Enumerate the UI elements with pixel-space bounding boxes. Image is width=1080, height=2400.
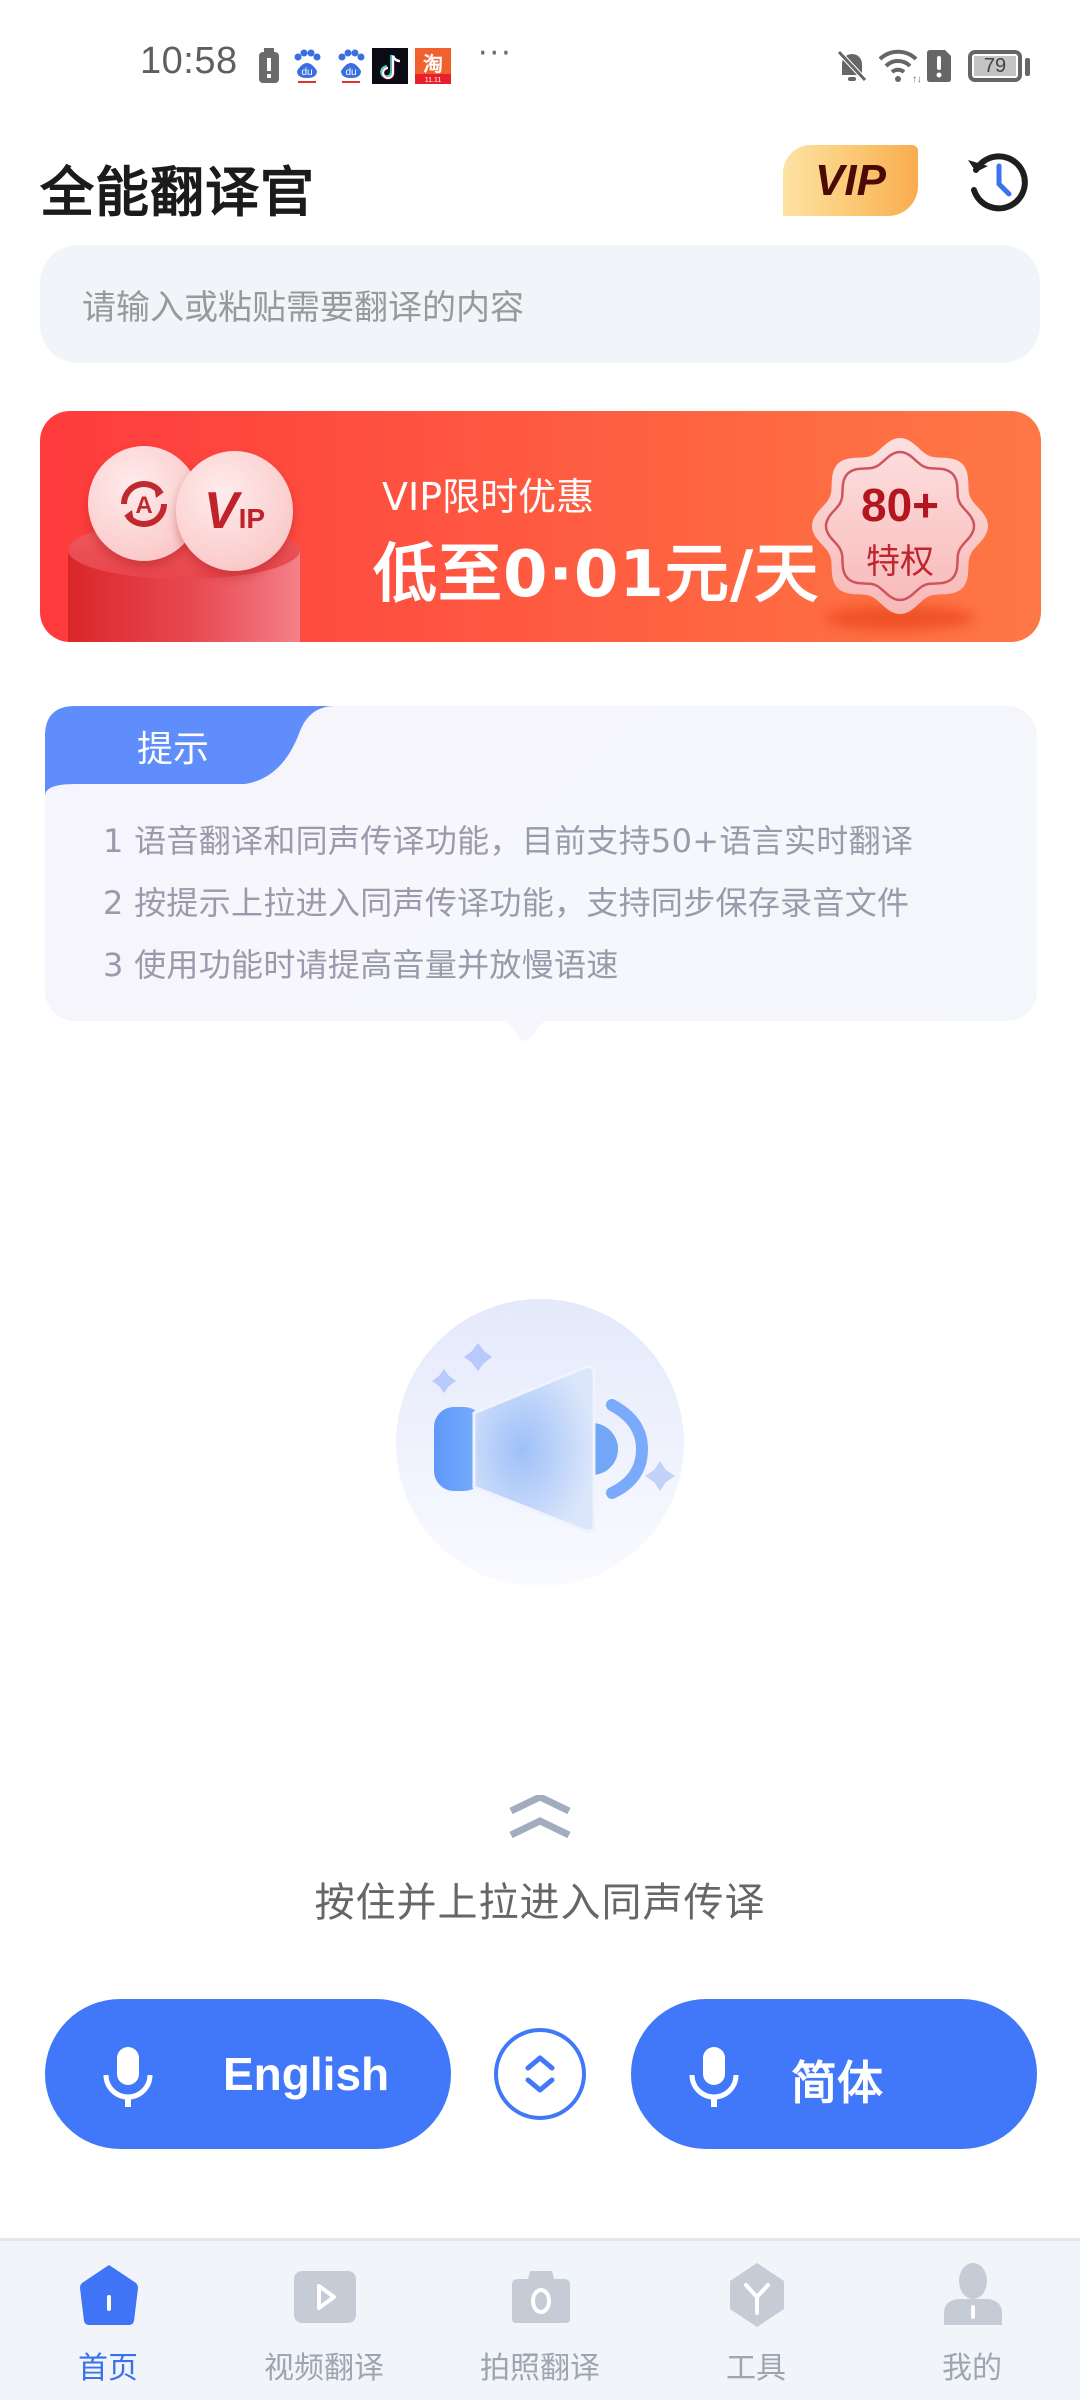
nav-label: 视频翻译: [264, 2351, 384, 2386]
swap-languages-button[interactable]: [494, 2028, 586, 2120]
battery-icon: 79: [968, 50, 1022, 82]
bottom-nav: 首页 视频翻译 拍照翻译 工具 我的: [0, 2238, 1080, 2400]
svg-text:↑↓: ↑↓: [912, 74, 920, 83]
vip-promo-banner[interactable]: A VIP VIP限时优惠 低至0·01元/天 80+ 特权: [40, 411, 1041, 642]
nav-item-photo-translate[interactable]: 拍照翻译: [432, 2241, 648, 2400]
vip-label: VIP: [815, 155, 886, 205]
nav-item-profile[interactable]: 我的: [864, 2241, 1080, 2400]
svg-text:淘: 淘: [423, 52, 443, 76]
nav-item-video-translate[interactable]: 视频翻译: [216, 2241, 432, 2400]
banner-headline: 低至0·01元/天: [373, 538, 820, 612]
tip-item: 1 语音翻译和同声传译功能，目前支持50+语言实时翻译: [103, 822, 914, 860]
tools-cube-icon: [730, 2263, 784, 2327]
vip-button[interactable]: VIP: [783, 145, 918, 216]
alert-icon: [258, 48, 280, 84]
microphone-icon: [689, 2047, 739, 2107]
baidu-icon: du: [292, 48, 322, 84]
badge-label: 特权: [866, 542, 934, 582]
sim-alert-icon: [925, 48, 953, 84]
history-button[interactable]: [962, 146, 1034, 218]
svg-text:A: A: [135, 492, 152, 519]
speaker-illustration: [396, 1299, 684, 1585]
translate-input-placeholder: 请输入或粘贴需要翻译的内容: [82, 287, 524, 328]
translate-cycle-icon: A: [121, 480, 167, 527]
privilege-badge: 80+ 特权: [810, 436, 990, 616]
svg-text:du: du: [301, 67, 312, 78]
app-title: 全能翻译官: [40, 161, 315, 224]
baidu-icon: du: [336, 48, 366, 84]
source-language-button[interactable]: English: [45, 1999, 451, 2149]
svg-text:du: du: [345, 67, 356, 78]
home-icon: [80, 2265, 138, 2325]
nav-label: 我的: [942, 2351, 1002, 2386]
swap-chevrons-icon: [525, 2055, 555, 2093]
battery-level: 79: [974, 56, 1016, 76]
camera-icon: [512, 2271, 570, 2323]
history-clock-icon: [968, 153, 1028, 212]
nav-item-tools[interactable]: 工具: [648, 2241, 864, 2400]
mute-bell-icon: [836, 48, 868, 84]
nav-label: 工具: [726, 2351, 786, 2386]
nav-item-home[interactable]: 首页: [0, 2241, 216, 2400]
nav-label: 首页: [78, 2351, 138, 2386]
video-play-icon: [294, 2271, 356, 2323]
taobao-icon: 淘 11.11: [415, 48, 451, 84]
tip-item: 2 按提示上拉进入同声传译功能，支持同步保存录音文件: [103, 884, 910, 922]
translate-input[interactable]: 请输入或粘贴需要翻译的内容: [40, 245, 1040, 363]
microphone-icon: [103, 2047, 153, 2107]
status-time: 10:58: [140, 40, 238, 82]
wifi-icon: ↑↓: [878, 48, 920, 84]
target-language-label: 简体: [791, 2057, 883, 2109]
target-language-button[interactable]: 简体: [631, 1999, 1037, 2149]
more-notifications-icon: ···: [478, 36, 513, 71]
vip-coin: VIP: [176, 451, 293, 571]
tip-item: 3 使用功能时请提高音量并放慢语速: [103, 946, 619, 984]
tips-pointer: [505, 1020, 545, 1041]
nav-label: 拍照翻译: [480, 2351, 600, 2386]
battery-tip: [1025, 58, 1030, 76]
double-chevron-up-icon: [509, 1795, 571, 1839]
badge-number: 80+: [860, 479, 940, 531]
source-language-label: English: [223, 2048, 390, 2100]
svg-text:11.11: 11.11: [425, 77, 442, 84]
tiktok-icon: [372, 48, 408, 84]
profile-icon: [944, 2263, 1002, 2325]
tips-title: 提示: [137, 729, 210, 770]
pull-up-hint: 按住并上拉进入同声传译: [314, 1880, 766, 1926]
vip-coin-label: VIP: [203, 482, 266, 540]
banner-subtitle: VIP限时优惠: [382, 475, 595, 519]
